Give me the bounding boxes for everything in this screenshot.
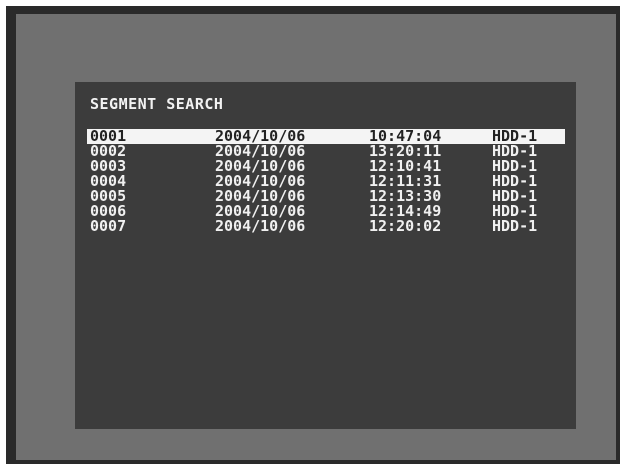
monitor-frame: SEGMENT SEARCH 0001 2004/10/06 10:47:04 … — [6, 6, 620, 464]
segment-time: 12:20:02 — [369, 217, 442, 235]
segment-date: 2004/10/06 — [215, 217, 306, 235]
segment-row-7[interactable]: 0007 2004/10/06 12:20:02 HDD-1 — [87, 219, 565, 234]
osd-screen: SEGMENT SEARCH 0001 2004/10/06 10:47:04 … — [75, 82, 576, 429]
segment-id: 0007 — [90, 217, 127, 235]
monitor-bezel: SEGMENT SEARCH 0001 2004/10/06 10:47:04 … — [16, 14, 616, 460]
segment-device: HDD-1 — [492, 217, 538, 235]
menu-title: SEGMENT SEARCH — [90, 95, 224, 113]
segment-list: 0001 2004/10/06 10:47:04 HDD-1 0002 2004… — [87, 129, 565, 234]
